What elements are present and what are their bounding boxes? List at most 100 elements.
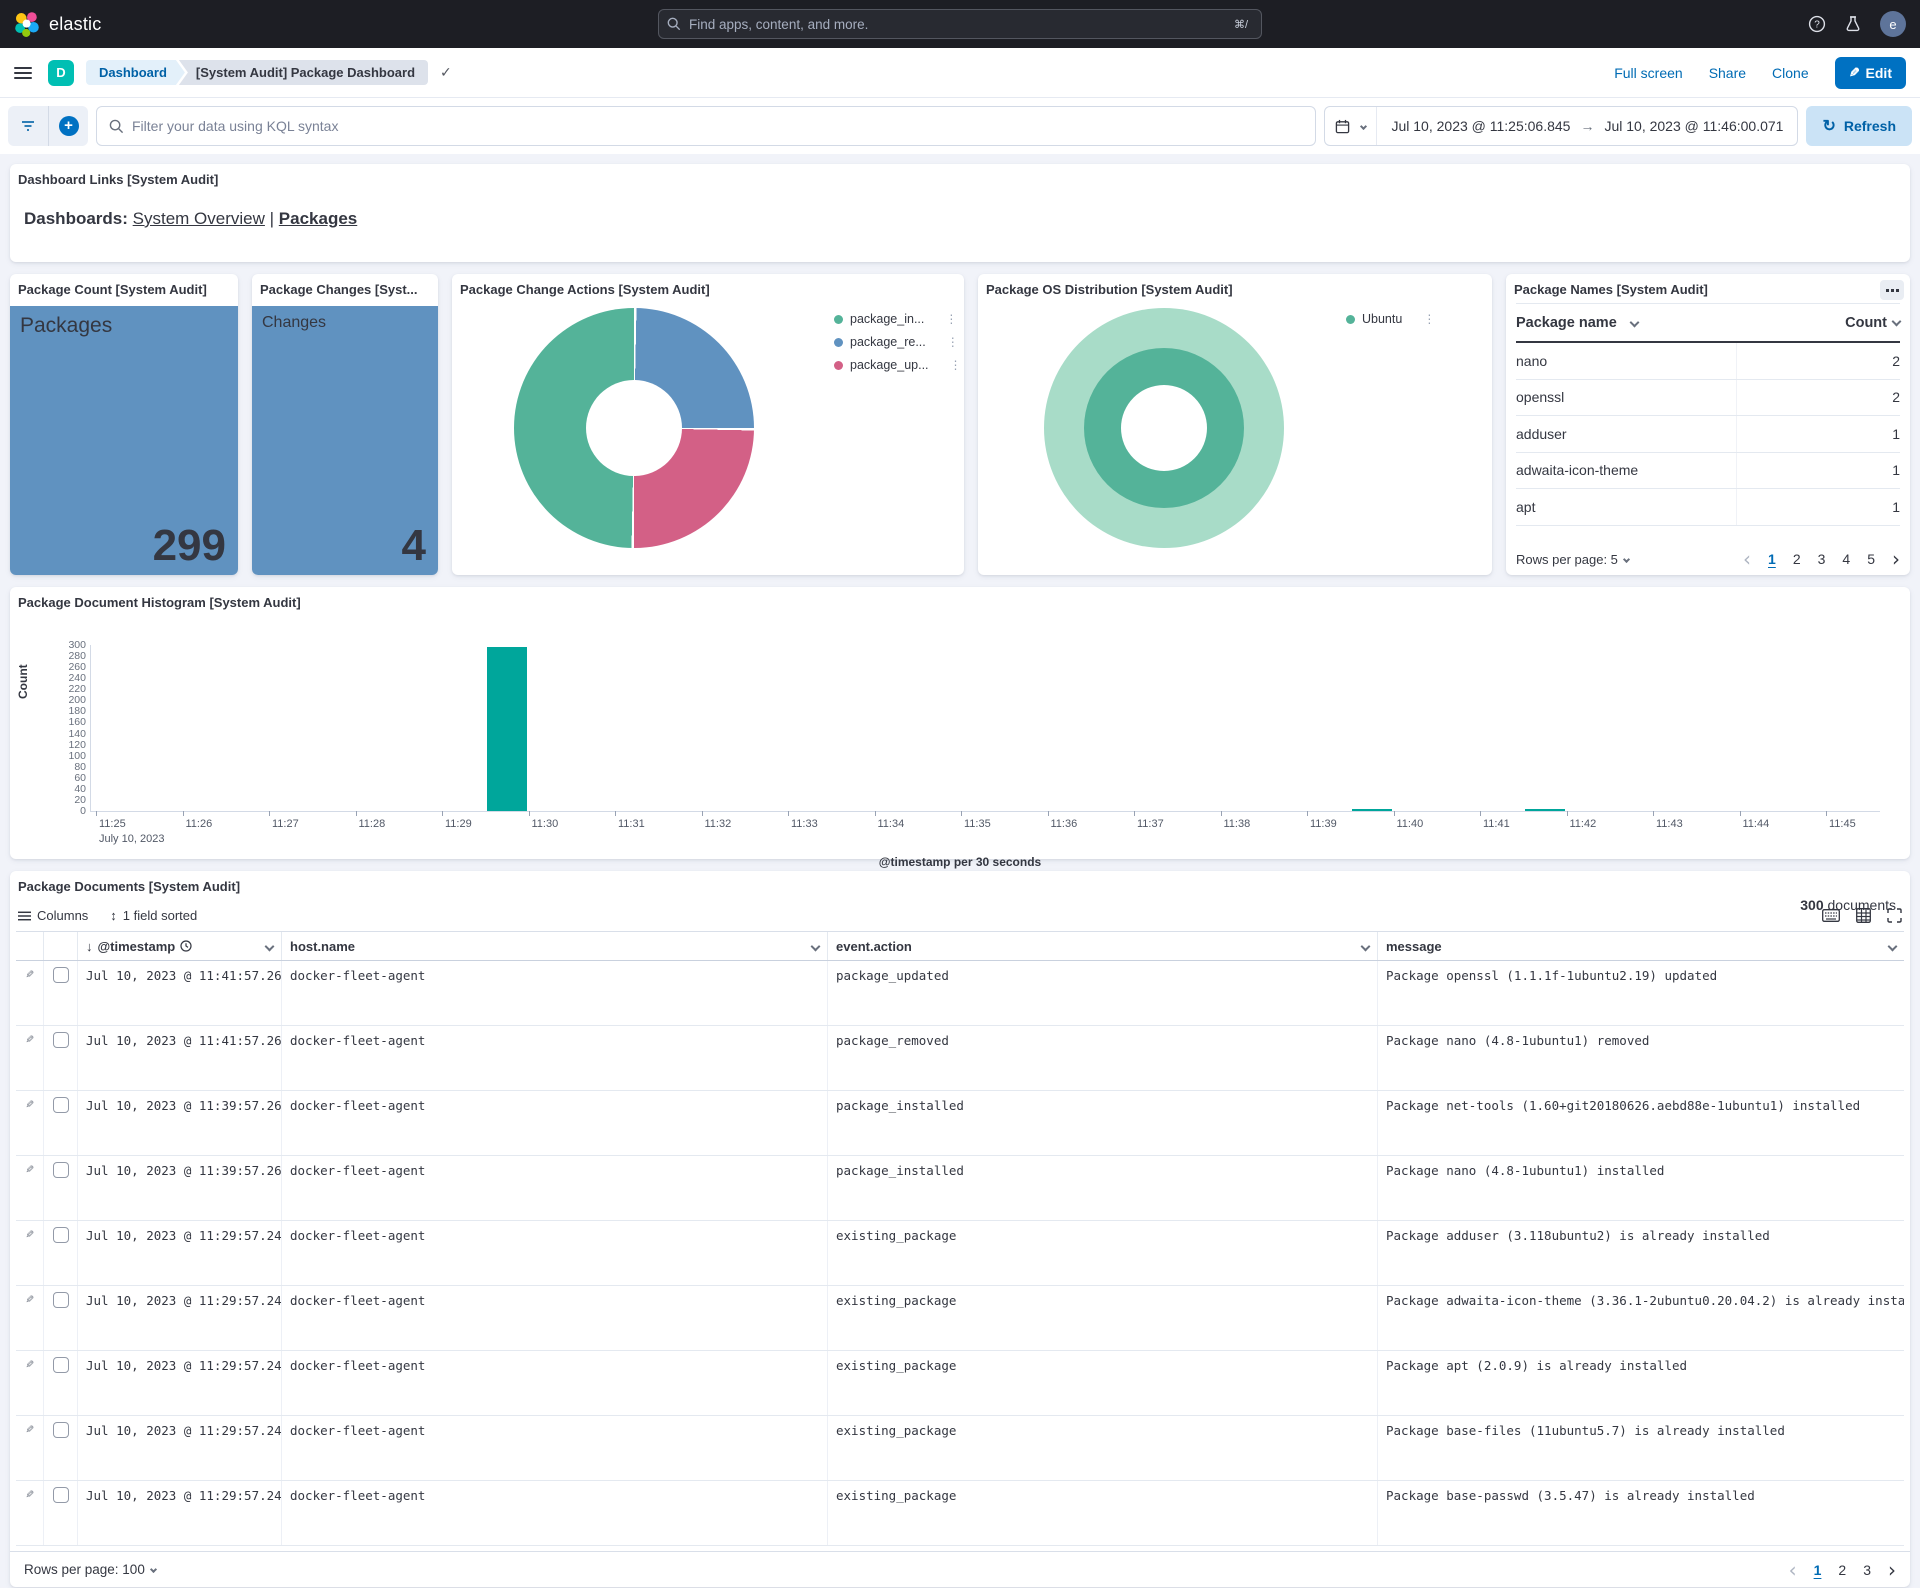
- expand-row-icon[interactable]: ✎: [26, 1422, 34, 1480]
- metric-label: Changes: [262, 314, 326, 332]
- chevron-down-icon: [265, 941, 275, 951]
- pagination-page-5[interactable]: 5: [1867, 551, 1875, 567]
- expand-row-icon[interactable]: ✎: [26, 967, 34, 1025]
- package-count-metric[interactable]: Packages 299: [10, 306, 238, 575]
- row-checkbox[interactable]: [53, 1097, 69, 1113]
- package-changes-metric[interactable]: Changes 4: [252, 306, 438, 575]
- table-row[interactable]: openssl2: [1516, 380, 1900, 417]
- filter-icon[interactable]: [8, 106, 48, 146]
- alerts-flask-icon[interactable]: [1844, 15, 1862, 33]
- link-system-overview[interactable]: System Overview: [133, 209, 265, 228]
- edit-button[interactable]: ✎ Edit: [1835, 57, 1906, 89]
- expand-row-icon[interactable]: ✎: [26, 1357, 34, 1415]
- legend-item[interactable]: package_re...⋮: [834, 335, 963, 349]
- actions-legend: package_in...⋮ package_re...⋮ package_up..…: [834, 312, 963, 372]
- clone-link[interactable]: Clone: [1772, 65, 1809, 81]
- refresh-button[interactable]: ↻ Refresh: [1806, 106, 1912, 146]
- legend-item[interactable]: package_in...⋮: [834, 312, 963, 326]
- legend-options-icon[interactable]: ⋮: [945, 312, 958, 326]
- breadcrumb-dashboard[interactable]: Dashboard: [86, 60, 185, 85]
- pagination-prev-icon[interactable]: ‹: [1789, 1563, 1797, 1577]
- date-end[interactable]: Jul 10, 2023 @ 11:46:00.071: [1604, 118, 1783, 134]
- pagination-page-3[interactable]: 3: [1863, 1562, 1871, 1578]
- host-name-cell: docker-fleet-agent: [282, 1481, 828, 1545]
- row-checkbox[interactable]: [53, 1487, 69, 1503]
- histogram-bar[interactable]: [487, 647, 527, 811]
- table-row: ✎Jul 10, 2023 @ 11:41:57.261docker-fleet…: [16, 1026, 1904, 1091]
- share-link[interactable]: Share: [1709, 65, 1746, 81]
- calendar-button[interactable]: [1325, 107, 1377, 145]
- legend-options-icon[interactable]: ⋮: [1423, 312, 1436, 326]
- histogram-bar[interactable]: [1352, 809, 1392, 811]
- columns-button[interactable]: Columns: [18, 908, 88, 923]
- pagination-page-3[interactable]: 3: [1818, 551, 1826, 567]
- column-header-host-name[interactable]: host.name: [282, 932, 828, 960]
- rows-per-page-select[interactable]: Rows per page: 100: [24, 1562, 156, 1577]
- full-screen-link[interactable]: Full screen: [1614, 65, 1682, 81]
- column-header-event-action[interactable]: event.action: [828, 932, 1378, 960]
- legend-item[interactable]: Ubuntu⋮: [1346, 312, 1436, 326]
- panel-title: Package Documents [System Audit]: [10, 871, 1910, 898]
- panel-options-icon[interactable]: [1880, 280, 1904, 300]
- legend-options-icon[interactable]: ⋮: [947, 335, 960, 349]
- expand-row-icon[interactable]: ✎: [26, 1162, 34, 1220]
- histogram-plot[interactable]: Count02040608010012014016018020022024026…: [18, 615, 1902, 855]
- table-row[interactable]: adduser1: [1516, 416, 1900, 453]
- table-row[interactable]: nano2: [1516, 343, 1900, 380]
- panel-package-count: Package Count [System Audit] Packages 29…: [10, 274, 238, 575]
- expand-row-icon[interactable]: ✎: [26, 1032, 34, 1090]
- row-checkbox[interactable]: [53, 967, 69, 983]
- expand-row-icon[interactable]: ✎: [26, 1292, 34, 1350]
- pagination-page-1[interactable]: 1: [1814, 1562, 1822, 1578]
- expand-row-icon[interactable]: ✎: [26, 1097, 34, 1155]
- pagination-page-2[interactable]: 2: [1793, 551, 1801, 567]
- pagination-page-4[interactable]: 4: [1842, 551, 1850, 567]
- row-checkbox[interactable]: [53, 1032, 69, 1048]
- row-checkbox[interactable]: [53, 1422, 69, 1438]
- pagination-page-1[interactable]: 1: [1768, 551, 1776, 567]
- row-checkbox[interactable]: [53, 1227, 69, 1243]
- count-cell: 1: [1736, 416, 1900, 452]
- donut-hole: [586, 380, 682, 476]
- pagination-next-icon[interactable]: ›: [1888, 1563, 1896, 1577]
- message-cell: Package base-files (11ubuntu5.7) is alre…: [1378, 1416, 1904, 1480]
- pagination-prev-icon[interactable]: ‹: [1743, 552, 1751, 566]
- pagination-next-icon[interactable]: ›: [1892, 552, 1900, 566]
- chevron-down-icon: [150, 1566, 157, 1573]
- package-name-cell: openssl: [1516, 389, 1736, 405]
- kql-search-input[interactable]: Filter your data using KQL syntax: [96, 106, 1316, 146]
- table-row[interactable]: adwaita-icon-theme1: [1516, 453, 1900, 490]
- rows-per-page-select[interactable]: Rows per page: 5: [1516, 552, 1629, 567]
- link-packages[interactable]: Packages: [279, 209, 357, 228]
- menu-hamburger-icon[interactable]: [14, 67, 32, 79]
- chevron-down-icon: [1629, 318, 1639, 328]
- row-checkbox[interactable]: [53, 1162, 69, 1178]
- dashboard-app-badge[interactable]: D: [48, 60, 74, 86]
- header-select-column: [44, 932, 78, 960]
- add-filter-button[interactable]: +: [48, 106, 88, 146]
- user-avatar[interactable]: e: [1880, 11, 1906, 37]
- column-header-message[interactable]: message: [1378, 932, 1904, 960]
- row-checkbox[interactable]: [53, 1357, 69, 1373]
- pagination-page-2[interactable]: 2: [1838, 1562, 1846, 1578]
- global-search-input[interactable]: Find apps, content, and more. ⌘/: [658, 9, 1262, 39]
- table-row: ✎Jul 10, 2023 @ 11:29:57.246docker-fleet…: [16, 1221, 1904, 1286]
- sort-fields-button[interactable]: ↕ 1 field sorted: [110, 908, 197, 923]
- elastic-brand[interactable]: elastic: [14, 11, 101, 37]
- event-action-cell: package_installed: [828, 1091, 1378, 1155]
- column-header-package-name[interactable]: Package name: [1516, 315, 1737, 331]
- sort-desc-icon: ↓: [86, 939, 93, 954]
- column-header-count[interactable]: Count: [1737, 315, 1900, 331]
- date-start[interactable]: Jul 10, 2023 @ 11:25:06.845: [1391, 118, 1570, 134]
- expand-row-icon[interactable]: ✎: [26, 1487, 34, 1545]
- dashboard-viewport: Dashboard Links [System Audit] Dashboard…: [0, 154, 1920, 1588]
- expand-row-icon[interactable]: ✎: [26, 1227, 34, 1285]
- histogram-bar[interactable]: [1525, 809, 1565, 811]
- legend-item[interactable]: package_up...⋮: [834, 358, 963, 372]
- help-icon[interactable]: ?: [1808, 15, 1826, 33]
- table-row[interactable]: apt1: [1516, 489, 1900, 526]
- legend-options-icon[interactable]: ⋮: [950, 358, 963, 372]
- panel-title: Package OS Distribution [System Audit]: [978, 274, 1492, 301]
- row-checkbox[interactable]: [53, 1292, 69, 1308]
- column-header-timestamp[interactable]: ↓ @timestamp: [78, 932, 282, 960]
